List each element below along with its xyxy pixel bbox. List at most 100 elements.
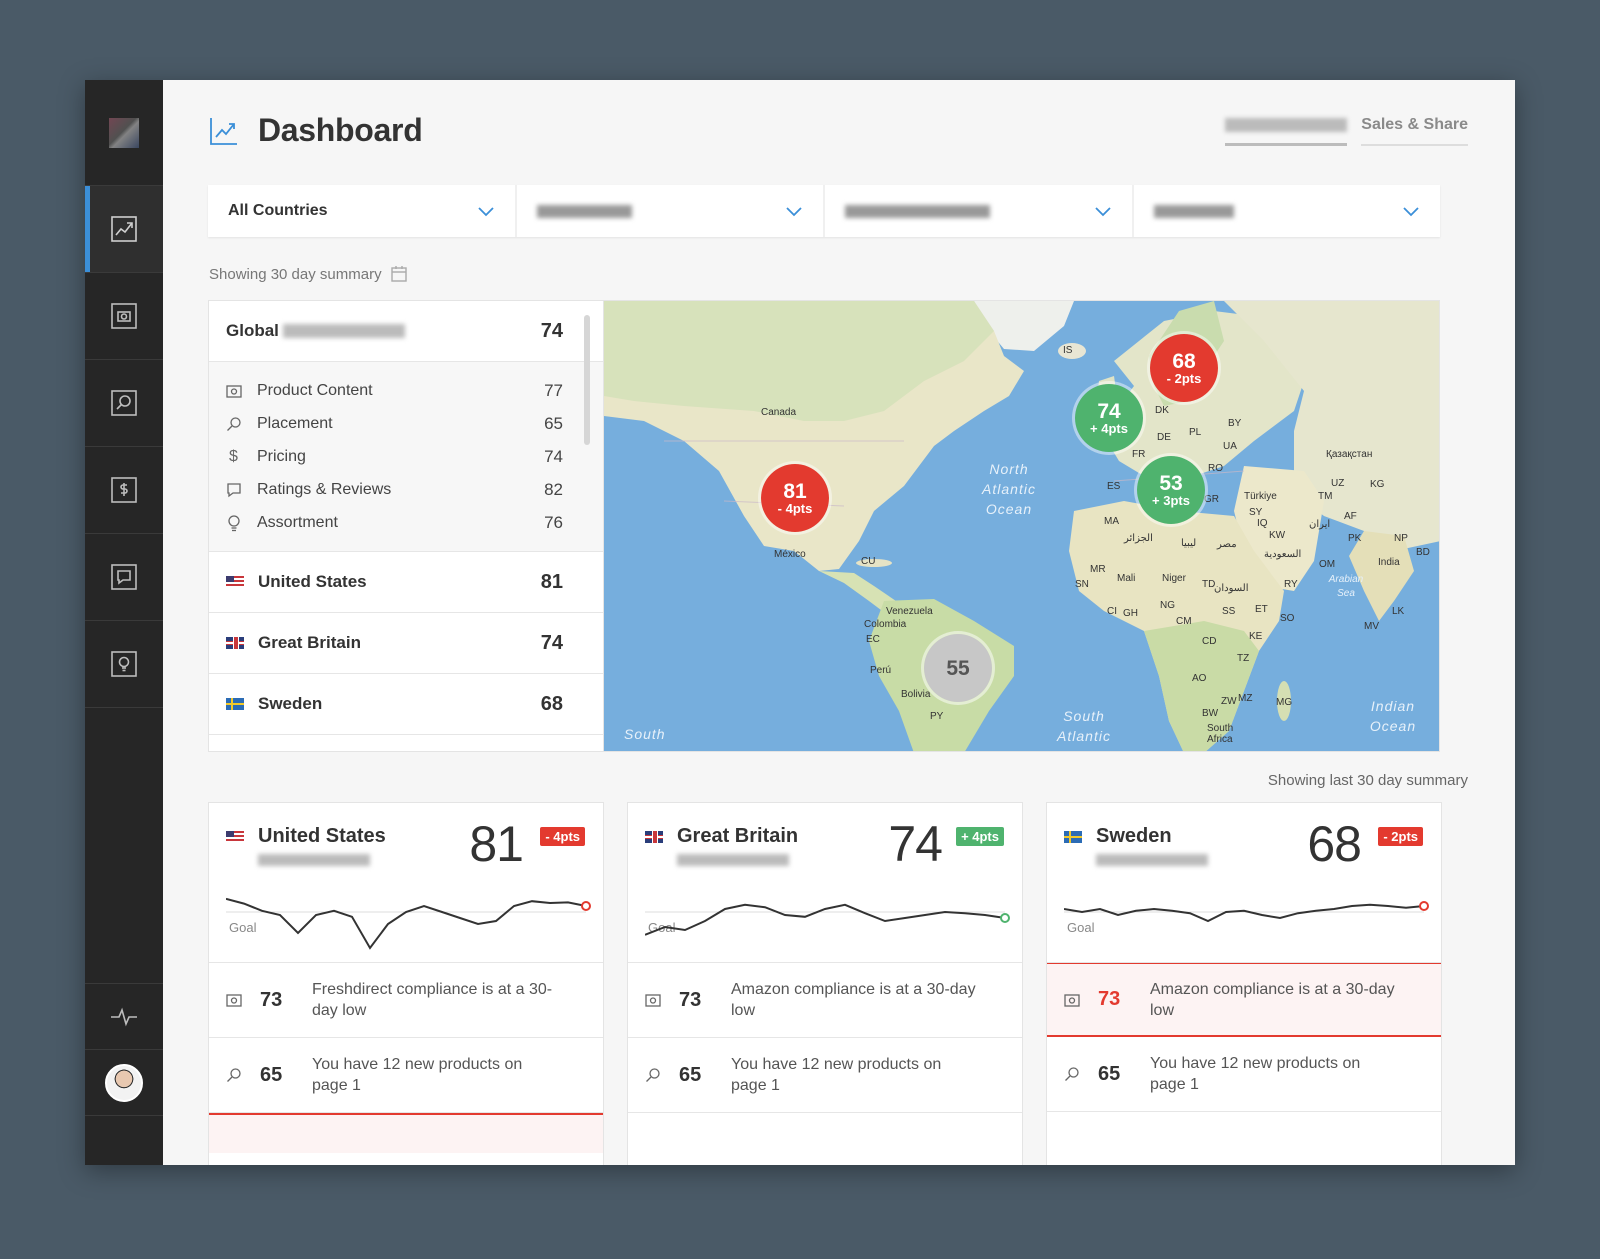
map-label: DE [1157,432,1171,443]
camera-icon [226,384,242,398]
country-name: United States [258,572,367,591]
country-row-us[interactable]: United States 81 [209,552,603,613]
avatar[interactable] [105,1063,143,1102]
map-label: PY [930,711,944,722]
country-card[interactable]: United States 81 - 4pts Goal 73 Freshdir… [208,802,604,1165]
map-bubble-sweden[interactable]: 68 - 2pts [1147,331,1221,405]
bubble-value: 68 [1172,349,1196,373]
gb-flag-icon [226,637,244,649]
map-label: FR [1132,449,1146,460]
map-label: Mali [1117,573,1136,584]
alert-text: Freshdirect compliance is at a 30-day lo… [312,981,553,1019]
calendar-icon[interactable] [390,265,408,283]
metric-ratings[interactable]: Ratings & Reviews 82 [226,473,563,506]
us-flag-icon [226,830,244,843]
tab-blurred[interactable] [1225,114,1348,146]
card-country-name: Great Britain [677,825,799,847]
map-label: PK [1348,533,1362,544]
map-label: UA [1223,441,1237,452]
chevron-down-icon [1094,207,1111,217]
global-score-row[interactable]: Global 74 [209,301,603,362]
map-label: Niger [1162,573,1186,584]
search-icon [227,1068,241,1082]
alert-value: 73 [1098,988,1121,1010]
map-bubble-south-america[interactable]: 55 [921,631,995,705]
card-footer [628,1113,1022,1153]
map-label: MZ [1238,693,1253,704]
map-bubble-europe[interactable]: 53 + 3pts [1134,453,1208,527]
tab-sales-share[interactable]: Sales & Share [1361,116,1468,146]
alert-value: 65 [679,1063,702,1086]
trend-chart-icon [210,117,237,145]
filter-dropdown-2[interactable] [517,185,825,237]
sidebar-item-assortment[interactable] [85,621,163,708]
alert-row[interactable]: 65 You have 12 new products on page 1 [1047,1037,1441,1112]
country-name: Great Britain [258,633,361,652]
summary-note: Showing 30 day summary [209,265,408,283]
country-row-se[interactable]: Sweden 68 [209,674,603,735]
alert-value: 65 [1098,1062,1121,1085]
alert-row[interactable]: 65 You have 12 new products on page 1 [628,1038,1022,1113]
country-filter-dropdown[interactable]: All Countries [208,185,517,237]
sidebar-item-dashboard[interactable] [85,186,163,273]
map-label: BD [1416,547,1430,558]
map-label: BW [1202,708,1219,719]
trend-end-point [1000,913,1010,923]
sparkline: Goal [226,897,591,950]
ocean-label: Arabian Sea [1328,574,1364,599]
sidebar-item-ratings[interactable] [85,534,163,621]
metric-label: Placement [257,414,333,432]
metric-placement[interactable]: Placement 65 [226,407,563,440]
bubble-value: 55 [946,656,970,680]
main-content: Dashboard Sales & Share All Countries Sh… [163,80,1515,1165]
map-label: Perú [870,665,892,676]
scrollbar[interactable] [584,315,590,445]
alert-row[interactable]: 73 Amazon compliance is at a 30-day low [628,963,1022,1038]
top-tabs: Sales & Share [1211,114,1468,146]
activity-button[interactable] [85,983,163,1049]
metric-label: Ratings & Reviews [257,480,392,498]
country-name: Sweden [258,694,323,713]
sidebar-item-product-content[interactable] [85,273,163,360]
alert-row[interactable]: 73 Amazon compliance is at a 30-day low [1047,962,1441,1037]
world-map[interactable]: Canada México CU Venezuela Colombia EC P… [604,301,1439,751]
country-card[interactable]: Sweden 68 - 2pts Goal 73 Amazon complian… [1046,802,1442,1165]
map-bubble-united-states[interactable]: 81 - 4pts [758,461,832,535]
country-score: 68 [540,692,563,715]
map-label: SO [1280,613,1295,624]
country-card[interactable]: Great Britain 74 + 4pts Goal 73 Amazon c… [627,802,1023,1165]
map-label: EC [866,634,880,645]
global-label-text: Global [226,321,279,340]
alert-row[interactable]: 65 You have 12 new products on page 1 [209,1038,603,1113]
map-label: NP [1394,533,1408,544]
brand-logo[interactable] [85,80,163,186]
filter-dropdown-3[interactable] [825,185,1134,237]
comment-icon [111,564,137,590]
map-label: México [774,549,806,560]
alert-text: You have 12 new products on page 1 [731,1056,942,1094]
metric-product-content[interactable]: Product Content 77 [226,374,563,407]
card-title: Great Britain [645,825,1005,848]
sidebar-item-pricing[interactable] [85,447,163,534]
map-label: NG [1160,600,1175,611]
map-label: Türkiye [1244,491,1277,502]
filter-dropdown-4[interactable] [1134,185,1441,237]
card-header: United States 81 - 4pts Goal [209,803,603,963]
metric-value: 77 [544,380,563,400]
delta-badge: - 2pts [1378,827,1423,846]
map-label: ليبيا [1181,538,1197,549]
bubble-delta: - 4pts [777,500,813,516]
search-icon [227,416,241,431]
metric-assortment[interactable]: Assortment 76 [226,506,563,539]
map-label: CI [1107,606,1117,617]
alert-text: You have 12 new products on page 1 [312,1056,523,1094]
map-bubble-great-britain[interactable]: 74 + 4pts [1072,381,1146,455]
map-label: India [1378,557,1400,568]
pulse-icon [111,1007,137,1026]
alert-row[interactable]: 73 Freshdirect compliance is at a 30-day… [209,963,603,1038]
sidebar-item-placement[interactable] [85,360,163,447]
country-row-gb[interactable]: Great Britain 74 [209,613,603,674]
user-menu[interactable] [85,1049,163,1115]
alert-value: 65 [260,1063,283,1086]
metric-pricing[interactable]: $ Pricing 74 [226,440,563,473]
